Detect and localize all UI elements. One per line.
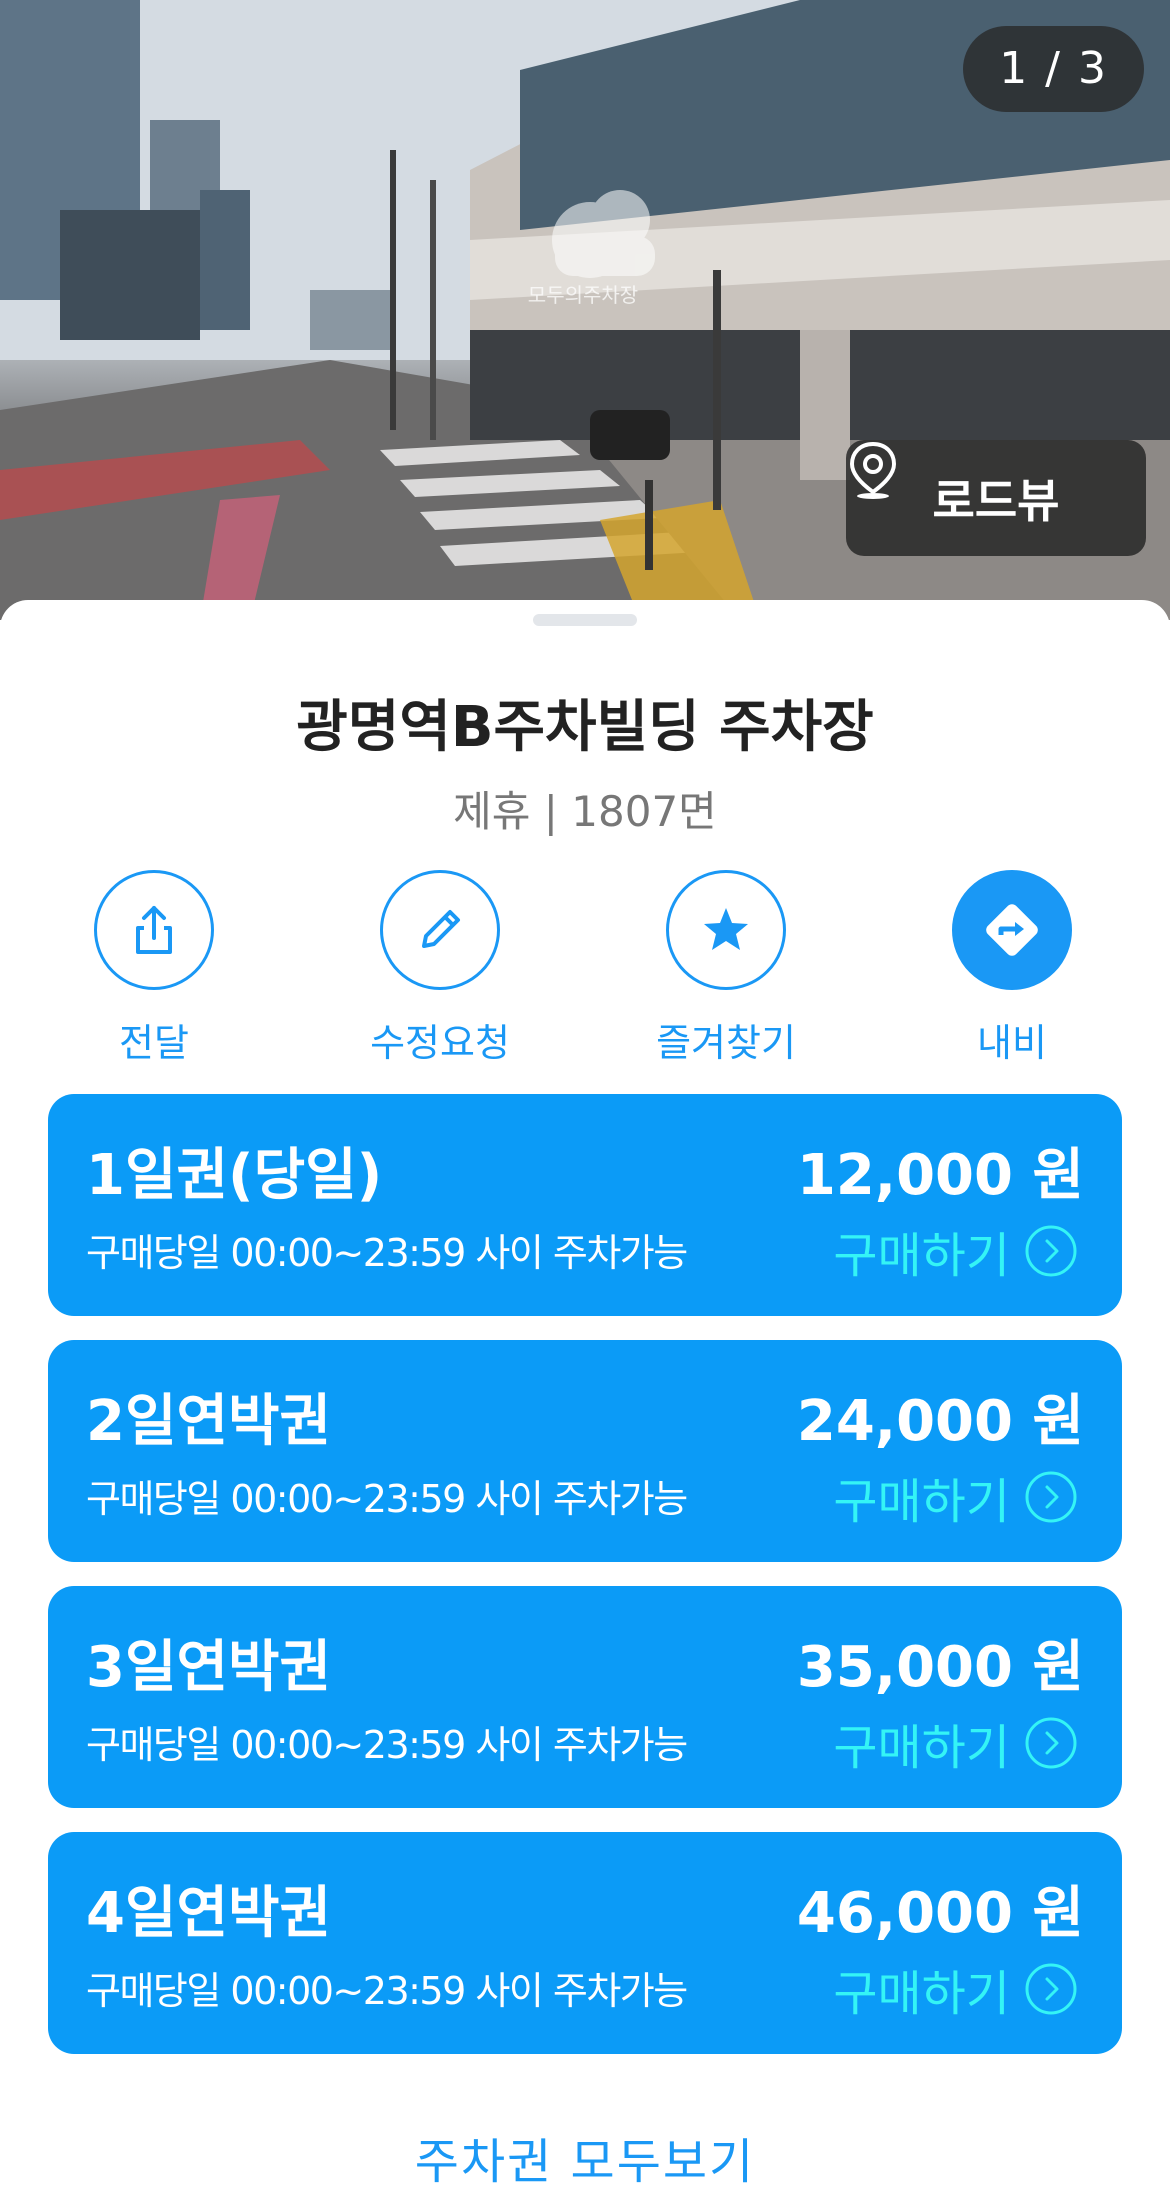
chevron-right-circle-icon <box>1025 1963 1077 2015</box>
buy-label: 구매하기 <box>833 1474 1010 1530</box>
parking-lot-name: 광명역B주차빌딩 주차장 <box>296 695 874 760</box>
location-pin-icon <box>849 441 897 499</box>
share-circle <box>94 870 214 990</box>
ticket-card[interactable]: 4일연박권 구매당일 00:00~23:59 사이 주차가능 46,000 원 … <box>48 1832 1122 2054</box>
ticket-name: 4일연박권 <box>86 1881 332 1946</box>
star-icon <box>704 908 748 950</box>
edit-request-button[interactable]: 수정요청 <box>320 870 560 1067</box>
roadview-button[interactable]: 로드뷰 <box>846 440 1146 556</box>
ticket-card[interactable]: 1일권(당일) 구매당일 00:00~23:59 사이 주차가능 12,000 … <box>48 1094 1122 1316</box>
ticket-name: 3일연박권 <box>86 1635 332 1700</box>
ticket-description: 구매당일 00:00~23:59 사이 주차가능 <box>86 1969 688 2013</box>
ticket-price: 24,000 원 <box>796 1389 1084 1454</box>
ticket-card[interactable]: 3일연박권 구매당일 00:00~23:59 사이 주차가능 35,000 원 … <box>48 1586 1122 1808</box>
navigation-icon <box>986 904 1038 956</box>
navigation-circle <box>952 870 1072 990</box>
buy-label: 구매하기 <box>833 1228 1010 1284</box>
ticket-price: 35,000 원 <box>796 1635 1084 1700</box>
ticket-card[interactable]: 2일연박권 구매당일 00:00~23:59 사이 주차가능 24,000 원 … <box>48 1340 1122 1562</box>
parking-lot-info: 제휴 | 1807면 <box>453 787 717 836</box>
roadview-label: 로드뷰 <box>932 474 1060 528</box>
favorite-circle <box>666 870 786 990</box>
buy-label: 구매하기 <box>833 1720 1010 1776</box>
parking-photo[interactable]: 모두의주차장 1 / 3 로드뷰 <box>0 0 1170 620</box>
navigation-button[interactable]: 내비 <box>892 870 1132 1067</box>
navigation-label: 내비 <box>977 1021 1047 1065</box>
svg-text:모두의주차장: 모두의주차장 <box>528 283 638 307</box>
action-bar: 전달 수정요청 즐겨찾기 내비 <box>0 870 1170 1070</box>
ticket-name: 2일연박권 <box>86 1389 332 1454</box>
ticket-name: 1일권(당일) <box>86 1143 383 1208</box>
buy-button[interactable]: 구매하기 <box>833 1708 1078 1778</box>
ticket-price: 46,000 원 <box>796 1881 1084 1946</box>
share-label: 전달 <box>119 1021 189 1065</box>
buy-button[interactable]: 구매하기 <box>833 1216 1078 1286</box>
buy-button[interactable]: 구매하기 <box>833 1954 1078 2024</box>
edit-request-label: 수정요청 <box>370 1021 510 1065</box>
view-all-tickets-link[interactable]: 주차권 모두보기 <box>0 2122 1170 2192</box>
ticket-description: 구매당일 00:00~23:59 사이 주차가능 <box>86 1723 688 1767</box>
parking-detail-sheet: 광명역B주차빌딩 주차장 제휴 | 1807면 전달 수정요청 즐겨찾기 내비 … <box>0 600 1170 2210</box>
ticket-price: 12,000 원 <box>796 1143 1084 1208</box>
share-button[interactable]: 전달 <box>34 870 274 1067</box>
sheet-drag-handle[interactable] <box>533 614 637 626</box>
buy-label: 구매하기 <box>833 1966 1010 2022</box>
share-icon <box>136 906 172 954</box>
ticket-description: 구매당일 00:00~23:59 사이 주차가능 <box>86 1231 688 1275</box>
favorite-label: 즐겨찾기 <box>656 1021 796 1065</box>
ticket-description: 구매당일 00:00~23:59 사이 주차가능 <box>86 1477 688 1521</box>
photo-page-counter: 1 / 3 <box>963 26 1144 112</box>
edit-request-circle <box>380 870 500 990</box>
buy-button[interactable]: 구매하기 <box>833 1462 1078 1532</box>
chevron-right-circle-icon <box>1025 1225 1077 1277</box>
chevron-right-circle-icon <box>1025 1471 1077 1523</box>
pencil-icon <box>422 910 460 948</box>
favorite-button[interactable]: 즐겨찾기 <box>606 870 846 1067</box>
chevron-right-circle-icon <box>1025 1717 1077 1769</box>
